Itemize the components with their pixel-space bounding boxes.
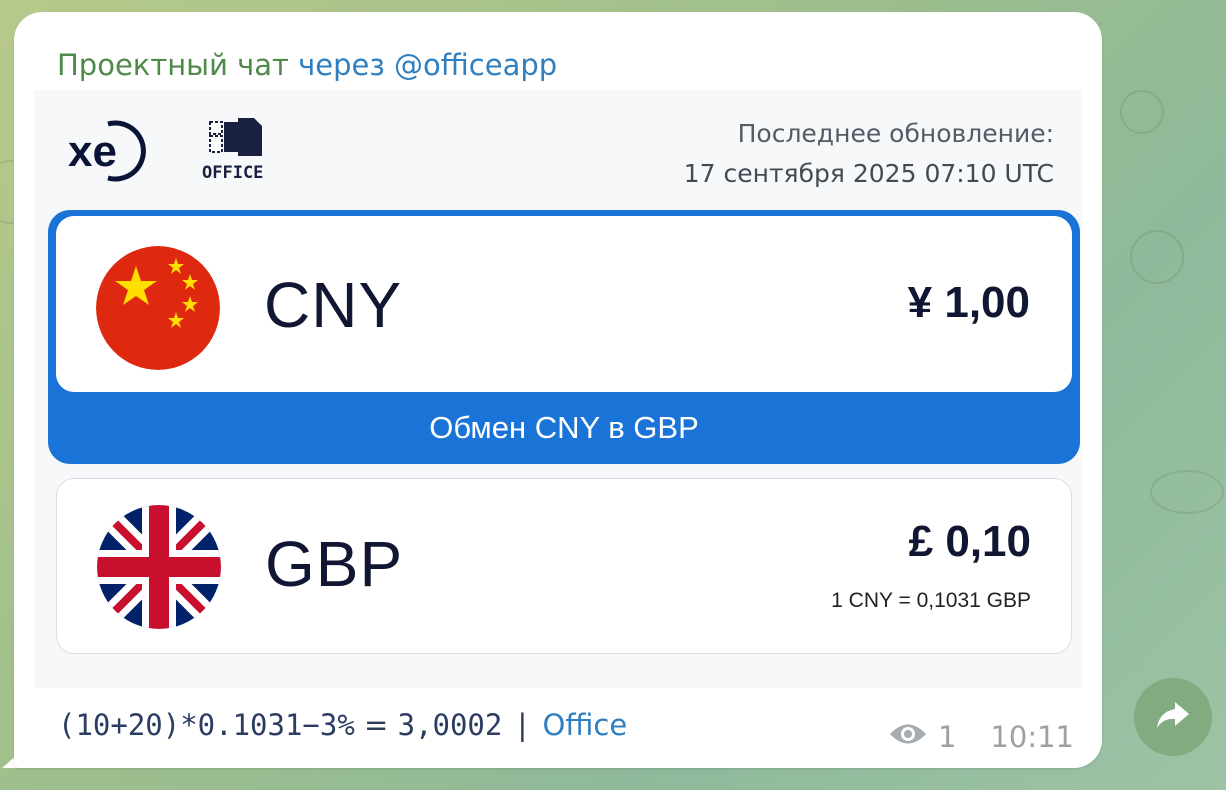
eye-icon bbox=[888, 720, 928, 754]
separator: | bbox=[517, 708, 528, 742]
to-currency-code: GBP bbox=[265, 528, 404, 600]
via-bot-header: Проектный чат через @officeapp bbox=[57, 48, 557, 82]
china-flag-icon bbox=[96, 246, 220, 370]
wallpaper-doodle bbox=[1130, 230, 1184, 284]
last-updated-label: Последнее обновление: bbox=[737, 119, 1054, 148]
via-bot-link[interactable]: через @officeapp bbox=[298, 48, 557, 82]
office-logo-text: OFFICE bbox=[202, 163, 263, 183]
exchange-button[interactable]: Обмен CNY в GBP bbox=[48, 392, 1080, 464]
chat-name: Проектный чат bbox=[57, 48, 289, 82]
exchange-rate: 1 CNY = 0,1031 GBP bbox=[831, 589, 1031, 612]
last-updated-value: 17 сентября 2025 07:10 UTC bbox=[683, 159, 1054, 188]
office-link[interactable]: Office bbox=[543, 708, 628, 742]
calculation-line: (10+20)*0.1031−3% = 3,0002 | Office bbox=[58, 708, 627, 742]
xe-logo-text: xe bbox=[68, 127, 117, 176]
from-currency-row[interactable]: CNY ¥ 1,00 bbox=[56, 216, 1072, 392]
message-time: 10:11 bbox=[990, 720, 1074, 754]
forward-button[interactable] bbox=[1134, 678, 1212, 756]
from-currency-panel[interactable]: CNY ¥ 1,00 Обмен CNY в GBP bbox=[48, 210, 1080, 464]
message-bubble[interactable]: Проектный чат через @officeapp xe OFFICE… bbox=[14, 12, 1102, 768]
office-logo: OFFICE bbox=[202, 116, 274, 190]
formula: (10+20)*0.1031−3% bbox=[58, 708, 355, 742]
wallpaper-doodle bbox=[1150, 470, 1224, 514]
message-meta: 1 10:11 bbox=[888, 720, 1074, 754]
view-count: 1 bbox=[937, 720, 957, 754]
xe-logo: xe bbox=[68, 118, 150, 188]
to-currency-row[interactable]: GBP £ 0,10 1 CNY = 0,1031 GBP bbox=[56, 478, 1072, 654]
wallpaper-doodle bbox=[1120, 90, 1164, 134]
from-amount: ¥ 1,00 bbox=[907, 278, 1030, 327]
from-currency-code: CNY bbox=[264, 269, 403, 341]
uk-flag-icon bbox=[97, 505, 221, 629]
currency-card[interactable]: xe OFFICE Последнее обновление: 17 сентя… bbox=[34, 90, 1082, 688]
equals-sign: = bbox=[364, 708, 389, 742]
last-updated: Последнее обновление: 17 сентября 2025 0… bbox=[684, 114, 1054, 194]
forward-arrow-icon bbox=[1155, 700, 1191, 734]
to-amount: £ 0,10 bbox=[908, 517, 1031, 566]
formula-result: 3,0002 bbox=[397, 708, 503, 742]
